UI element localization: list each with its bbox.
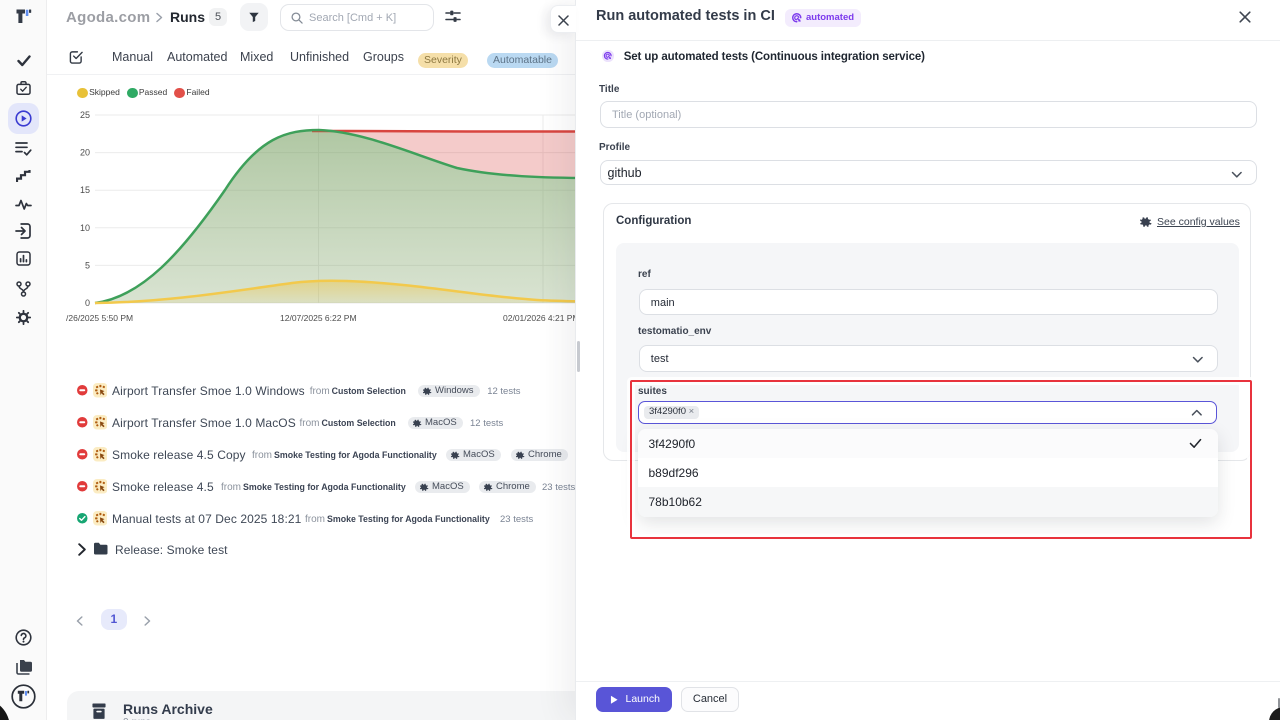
svg-text:10: 10 <box>80 223 90 233</box>
svg-text:5: 5 <box>85 260 90 270</box>
svg-text:20: 20 <box>80 148 90 158</box>
svg-text:15: 15 <box>80 185 90 195</box>
svg-text:25: 25 <box>80 110 90 120</box>
svg-text:0: 0 <box>85 298 90 308</box>
